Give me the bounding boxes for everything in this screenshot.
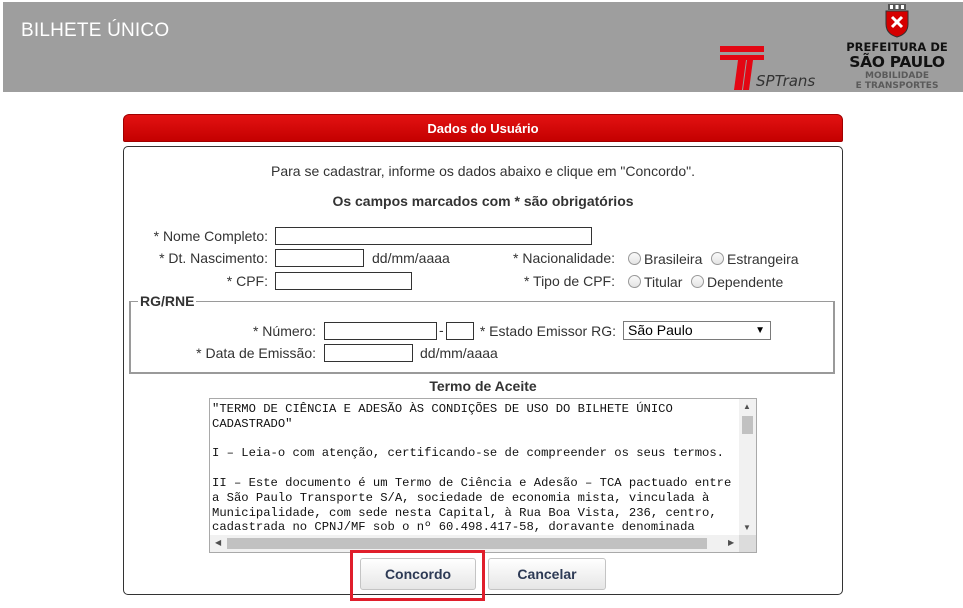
option-brasileira-label: Brasileira (644, 251, 703, 267)
nome-label: * Nome Completo: (153, 228, 268, 244)
sptrans-logo: SPTrans (718, 44, 833, 92)
cpf-label: * CPF: (226, 273, 268, 289)
option-dependente-label: Dependente (707, 274, 784, 290)
prefeitura-line3a: MOBILIDADE (865, 71, 929, 81)
option-titular-label: Titular (644, 274, 683, 290)
prefeitura-logo: PREFEITURA DE SÃO PAULO MOBILIDADE E TRA… (845, 4, 955, 92)
app-title: BILHETE ÚNICO (21, 20, 170, 41)
intro-text: Para se cadastrar, informe os dados abai… (271, 163, 695, 179)
rg-emissao-label: * Data de Emissão: (196, 345, 316, 361)
option-estrangeira-label: Estrangeira (727, 251, 799, 267)
terms-title: Termo de Aceite (429, 378, 537, 394)
rg-emissao-input[interactable] (324, 344, 413, 362)
radio-brasileira[interactable] (628, 252, 641, 265)
rg-emissao-hint: dd/mm/aaaa (420, 345, 498, 361)
scroll-right-icon[interactable]: ▶ (728, 539, 734, 547)
nascimento-hint: dd/mm/aaaa (372, 250, 450, 266)
city-coat-of-arms-icon (885, 4, 909, 38)
rg-estado-selected: São Paulo (628, 322, 693, 338)
rg-numero-input[interactable] (324, 322, 437, 340)
scroll-down-icon[interactable]: ▼ (743, 524, 751, 532)
prefeitura-line3: MOBILIDADE E TRANSPORTES (845, 71, 949, 91)
radio-dependente[interactable] (691, 275, 704, 288)
radio-estrangeira[interactable] (711, 252, 724, 265)
rg-estado-label: * Estado Emissor RG: (479, 323, 616, 339)
cancelar-button[interactable]: Cancelar (488, 558, 606, 590)
rg-legend: RG/RNE (138, 293, 197, 309)
radio-titular[interactable] (628, 275, 641, 288)
terms-vertical-thumb[interactable] (742, 416, 753, 434)
rg-estado-select[interactable]: São Paulo ▼ (623, 321, 771, 340)
concordo-highlight-box (350, 550, 485, 601)
nacionalidade-label: * Nacionalidade: (513, 250, 615, 266)
scroll-left-icon[interactable]: ◀ (215, 539, 221, 547)
terms-textarea[interactable]: "TERMO DE CIÊNCIA E ADESÃO ÀS CONDIÇÕES … (209, 398, 757, 553)
prefeitura-line1: PREFEITURA DE (846, 40, 948, 54)
sptrans-logo-text: SPTrans (756, 72, 816, 90)
panel-title: Dados do Usuário (123, 114, 843, 142)
rg-digito-separator: - (439, 322, 444, 338)
rg-numero-label: * Número: (252, 323, 316, 339)
nome-input[interactable] (275, 227, 592, 245)
terms-text: "TERMO DE CIÊNCIA E ADESÃO ÀS CONDIÇÕES … (212, 402, 732, 535)
prefeitura-line3b: E TRANSPORTES (855, 81, 939, 91)
required-note: Os campos marcados com * são obrigatório… (332, 193, 634, 209)
nascimento-label: * Dt. Nascimento: (159, 250, 268, 266)
nascimento-input[interactable] (275, 249, 364, 267)
tipo-cpf-label: * Tipo de CPF: (523, 273, 615, 289)
chevron-down-icon: ▼ (755, 325, 765, 336)
cpf-input[interactable] (275, 272, 412, 290)
terms-horizontal-thumb[interactable] (227, 538, 707, 549)
resize-grip-icon[interactable] (739, 535, 756, 552)
scroll-up-icon[interactable]: ▲ (743, 403, 751, 411)
terms-vertical-scrollbar[interactable]: ▲ ▼ (739, 399, 756, 537)
header-bar: BILHETE ÚNICO SPTrans PREFEITURA DE SÃO … (3, 2, 963, 92)
prefeitura-line2: SÃO PAULO (849, 53, 945, 71)
